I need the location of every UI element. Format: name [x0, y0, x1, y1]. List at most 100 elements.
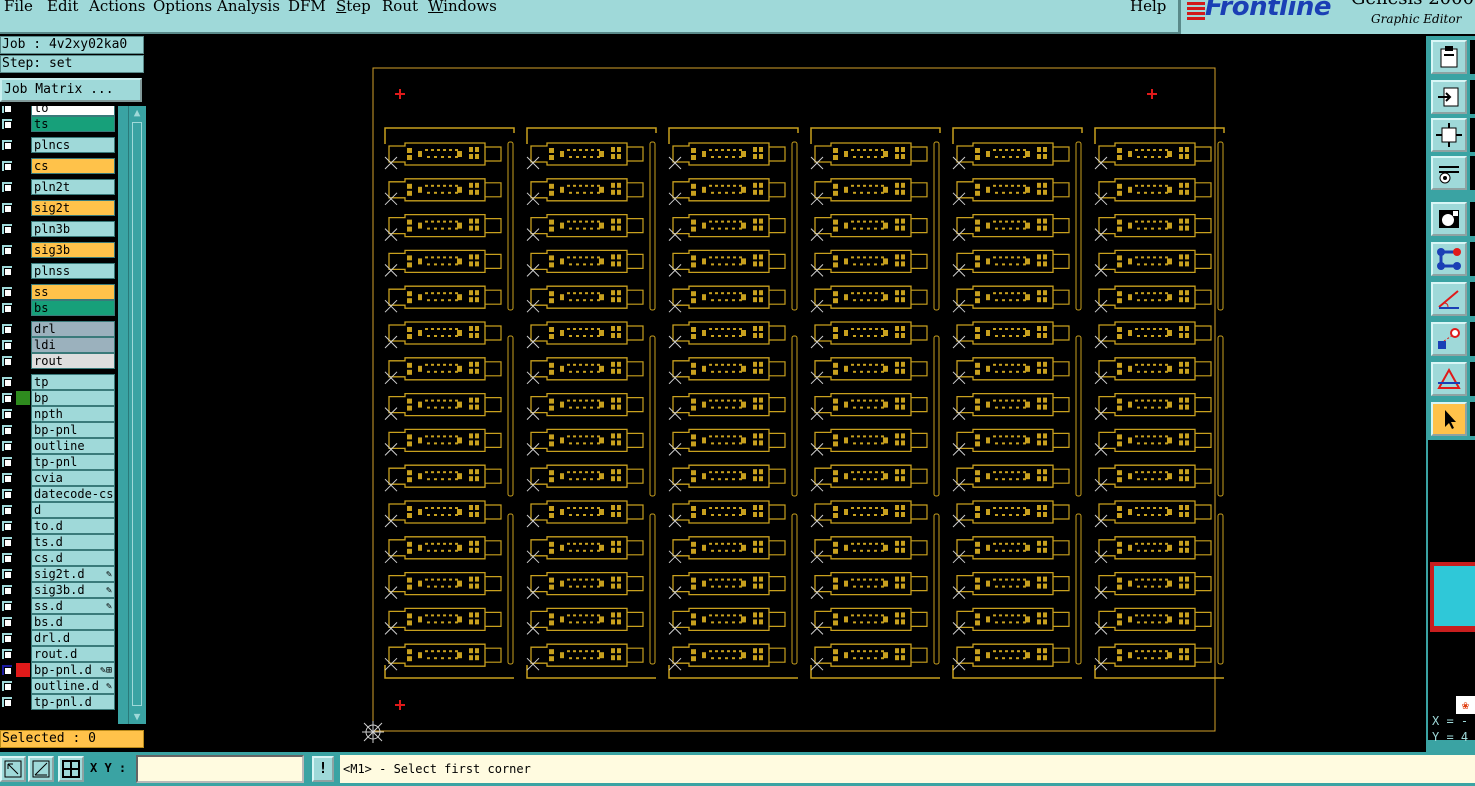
layer-name[interactable]: ldi — [31, 337, 115, 353]
layer-checkbox[interactable] — [1, 440, 13, 452]
graphic-editor-canvas[interactable] — [148, 36, 1426, 752]
layer-color-swatch[interactable] — [16, 159, 30, 173]
layer-name[interactable]: bp-pnl — [31, 422, 115, 438]
layer-row[interactable]: npth — [0, 406, 118, 422]
layer-row[interactable]: ldi — [0, 337, 118, 353]
layer-checkbox[interactable] — [1, 600, 13, 612]
layer-checkbox[interactable] — [1, 408, 13, 420]
layer-row[interactable]: bs — [0, 300, 118, 316]
layer-name[interactable]: sig2t.d ✎ — [31, 566, 115, 582]
layer-name[interactable]: sig3b — [31, 242, 115, 258]
layer-color-swatch[interactable] — [16, 631, 30, 645]
layer-row[interactable]: drl — [0, 321, 118, 337]
layer-name[interactable]: bs.d — [31, 614, 115, 630]
menu-file[interactable]: File — [4, 0, 33, 15]
layer-row[interactable]: ts — [0, 116, 118, 132]
scroll-down-icon[interactable]: ▼ — [129, 710, 145, 724]
menu-step[interactable]: Step — [336, 0, 371, 15]
layer-row[interactable]: sig2t — [0, 200, 118, 216]
layer-color-swatch[interactable] — [16, 391, 30, 405]
layer-color-swatch[interactable] — [16, 138, 30, 152]
fit-icon[interactable] — [1431, 118, 1467, 152]
pointer-icon[interactable] — [1431, 402, 1467, 436]
layer-name[interactable]: ss.d ✎ — [31, 598, 115, 614]
layer-color-swatch[interactable] — [16, 285, 30, 299]
layer-color-swatch[interactable] — [16, 471, 30, 485]
layer-color-swatch[interactable] — [16, 264, 30, 278]
layer-color-swatch[interactable] — [16, 201, 30, 215]
layer-row[interactable]: cs — [0, 158, 118, 174]
layer-row[interactable]: drl.d — [0, 630, 118, 646]
layer-color-swatch[interactable] — [16, 354, 30, 368]
layer-checkbox[interactable] — [1, 456, 13, 468]
panel-drawing[interactable] — [148, 36, 1426, 752]
layer-checkbox[interactable] — [1, 632, 13, 644]
layer-row[interactable]: sig3b.d ✎ — [0, 582, 118, 598]
layer-checkbox[interactable] — [1, 536, 13, 548]
layer-color-swatch[interactable] — [16, 551, 30, 565]
layer-name[interactable]: plncs — [31, 137, 115, 153]
layer-color-swatch[interactable] — [16, 106, 30, 115]
scroll-thumb[interactable] — [132, 122, 142, 706]
menu-options[interactable]: Options — [153, 0, 212, 15]
layer-name[interactable]: drl — [31, 321, 115, 337]
layer-name[interactable]: drl.d — [31, 630, 115, 646]
layer-name[interactable]: rout — [31, 353, 115, 369]
menu-edit[interactable]: Edit — [47, 0, 78, 15]
execute-button[interactable]: ! — [312, 756, 334, 782]
layer-row[interactable]: to — [0, 106, 118, 116]
layer-color-swatch[interactable] — [16, 301, 30, 315]
layer-row[interactable]: rout — [0, 353, 118, 369]
layer-name[interactable]: pln3b — [31, 221, 115, 237]
layer-name[interactable]: cs — [31, 158, 115, 174]
layer-name[interactable]: bs — [31, 300, 115, 316]
layer-name[interactable]: bp-pnl.d ✎⊞ — [31, 662, 115, 678]
layer-checkbox[interactable] — [1, 355, 13, 367]
menu-rout[interactable]: Rout — [382, 0, 418, 15]
layer-row[interactable]: ss — [0, 284, 118, 300]
layer-checkbox[interactable] — [1, 376, 13, 388]
layer-row[interactable]: pln2t — [0, 179, 118, 195]
layer-row[interactable]: tp-pnl — [0, 454, 118, 470]
drc-icon[interactable] — [1431, 362, 1467, 396]
layer-row[interactable]: cs.d — [0, 550, 118, 566]
layer-row[interactable]: datecode-cs — [0, 486, 118, 502]
layer-name[interactable]: ts.d — [31, 534, 115, 550]
layer-row[interactable]: tp-pnl.d — [0, 694, 118, 710]
layer-color-swatch[interactable] — [16, 503, 30, 517]
layer-checkbox[interactable] — [1, 568, 13, 580]
layer-checkbox[interactable] — [1, 488, 13, 500]
layer-checkbox[interactable] — [1, 664, 13, 676]
layer-checkbox[interactable] — [1, 472, 13, 484]
layer-row[interactable]: outline — [0, 438, 118, 454]
layer-checkbox[interactable] — [1, 520, 13, 532]
layer-name[interactable]: tp-pnl.d — [31, 694, 115, 710]
layer-checkbox[interactable] — [1, 339, 13, 351]
layer-checkbox[interactable] — [1, 424, 13, 436]
layer-row[interactable]: bp — [0, 390, 118, 406]
layer-checkbox[interactable] — [1, 323, 13, 335]
grid-icon[interactable] — [58, 756, 84, 782]
layer-name[interactable]: bp — [31, 390, 115, 406]
layer-row[interactable]: plncs — [0, 137, 118, 153]
measure-icon[interactable] — [1431, 282, 1467, 316]
layer-color-swatch[interactable] — [16, 375, 30, 389]
layer-name[interactable]: datecode-cs — [31, 486, 115, 502]
layer-name[interactable]: cs.d — [31, 550, 115, 566]
network-icon[interactable] — [1431, 242, 1467, 276]
layer-checkbox[interactable] — [1, 680, 13, 692]
layer-color-swatch[interactable] — [16, 615, 30, 629]
settings-icon[interactable] — [1431, 156, 1467, 190]
menu-help[interactable]: Help — [1130, 0, 1166, 15]
layer-color-swatch[interactable] — [16, 222, 30, 236]
menu-dfm[interactable]: DFM — [288, 0, 326, 15]
layer-color-swatch[interactable] — [16, 647, 30, 661]
paw-icon[interactable]: ❀ — [1456, 696, 1475, 714]
zoom-box-icon[interactable] — [0, 756, 26, 782]
overview-thumbnail[interactable] — [1430, 562, 1475, 632]
layer-color-swatch[interactable] — [16, 567, 30, 581]
layer-name[interactable]: tp-pnl — [31, 454, 115, 470]
layer-name[interactable]: cvia — [31, 470, 115, 486]
scroll-up-icon[interactable]: ▲ — [129, 106, 145, 120]
layer-row[interactable]: outline.d ✎ — [0, 678, 118, 694]
